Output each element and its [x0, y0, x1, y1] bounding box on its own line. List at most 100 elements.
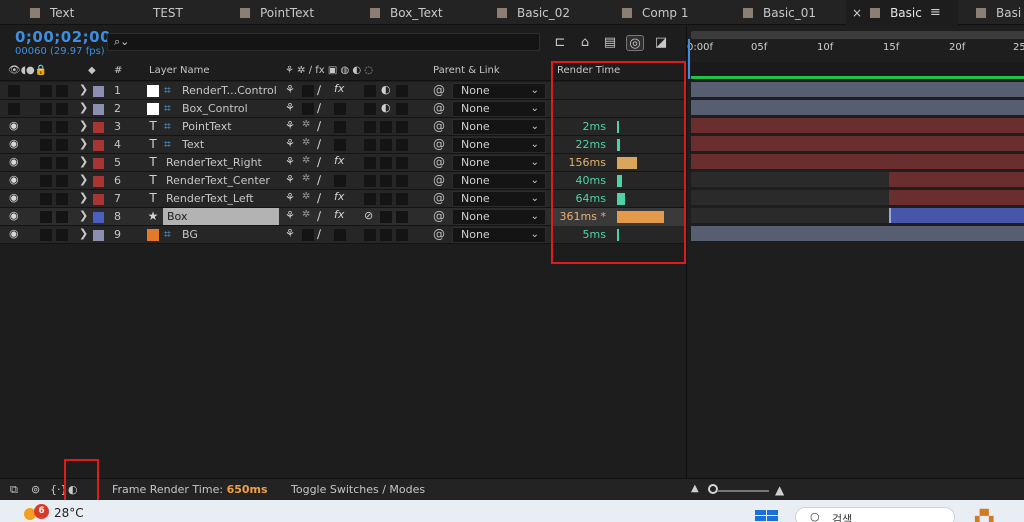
label-color-swatch[interactable] — [93, 212, 104, 223]
layer-switches-toggle-icon[interactable]: ⧉ — [10, 483, 18, 497]
chevron-right-icon[interactable]: ❯ — [79, 83, 88, 96]
hide-shy-layers-icon[interactable]: ▤ — [601, 35, 619, 51]
fx-switch[interactable] — [334, 121, 346, 133]
lock-toggle[interactable] — [56, 121, 68, 133]
label-color-swatch[interactable] — [93, 176, 104, 187]
layer-name[interactable]: RenderText_Right — [166, 156, 262, 169]
visibility-toggle[interactable] — [8, 85, 20, 97]
chevron-right-icon[interactable]: ❯ — [79, 155, 88, 168]
label-color-swatch[interactable] — [93, 140, 104, 151]
adjustment-switch[interactable] — [380, 157, 392, 169]
layer-duration-segment[interactable] — [889, 190, 1024, 205]
3d-layer-switch[interactable] — [396, 85, 408, 97]
tab-comp-1[interactable]: Comp 1 — [622, 0, 688, 25]
tab-text[interactable]: Text — [30, 0, 74, 25]
collapse-switch-icon[interactable]: ✲ — [302, 173, 310, 184]
fx-switch-icon[interactable]: fx — [334, 154, 344, 167]
3d-layer-switch[interactable] — [396, 175, 408, 187]
frame-blending-icon[interactable]: ◎ — [626, 35, 644, 51]
quality-switch-icon[interactable]: ∕ — [317, 173, 321, 187]
pick-whip-icon[interactable]: @ — [433, 137, 445, 151]
collapse-switch[interactable] — [302, 229, 314, 241]
playhead[interactable] — [688, 39, 690, 79]
layer-duration-bar[interactable] — [691, 118, 1024, 133]
motion-blur-icon[interactable]: ◪ — [652, 35, 670, 51]
lock-toggle[interactable] — [56, 85, 68, 97]
frame-blend-switch[interactable] — [364, 103, 376, 115]
lock-toggle[interactable] — [56, 193, 68, 205]
fx-switch[interactable] — [334, 139, 346, 151]
layer-duration-bar[interactable] — [691, 208, 1024, 223]
chevron-right-icon[interactable]: ❯ — [79, 119, 88, 132]
tab-basic[interactable]: × Basic ≡ — [846, 0, 958, 25]
frame-blend-switch[interactable] — [364, 121, 376, 133]
frame-blend-switch[interactable] — [364, 85, 376, 97]
visibility-eye-icon[interactable]: ◉ — [9, 191, 19, 204]
label-color-swatch[interactable] — [93, 194, 104, 205]
parent-dropdown[interactable]: None ⌄ — [452, 155, 546, 171]
quality-switch-icon[interactable]: ∕ — [317, 191, 321, 205]
chevron-right-icon[interactable]: ❯ — [79, 173, 88, 186]
layer-duration-bar[interactable] — [691, 82, 1024, 97]
tab-pointtext[interactable]: PointText — [240, 0, 314, 25]
visibility-eye-icon[interactable]: ◉ — [9, 155, 19, 168]
adjustment-switch[interactable] — [380, 193, 392, 205]
fx-switch[interactable] — [334, 229, 346, 241]
collapse-switch-icon[interactable]: ✲ — [302, 191, 310, 202]
lock-toggle[interactable] — [56, 229, 68, 241]
visibility-eye-icon[interactable]: ◉ — [9, 137, 19, 150]
parent-dropdown[interactable]: None ⌄ — [452, 209, 546, 225]
hamburger-menu-icon[interactable]: ≡ — [930, 5, 941, 20]
tab-basic-01[interactable]: Basic_01 — [743, 0, 816, 25]
pick-whip-icon[interactable]: @ — [433, 155, 445, 169]
tab-basi[interactable]: Basi — [976, 0, 1021, 25]
adjustment-switch[interactable] — [380, 121, 392, 133]
layer-duration-bar[interactable] — [691, 136, 1024, 151]
pinned-app-icons[interactable]: ▞▚ — [975, 509, 1015, 522]
solo-toggle[interactable] — [40, 175, 52, 187]
tab-box-text[interactable]: Box_Text — [370, 0, 443, 25]
label-color-swatch[interactable] — [93, 122, 104, 133]
3d-layer-switch[interactable] — [396, 157, 408, 169]
label-color-swatch[interactable] — [93, 230, 104, 241]
layer-duration-bar[interactable] — [691, 226, 1024, 241]
collapse-switch-icon[interactable]: ✲ — [302, 209, 310, 220]
fx-switch[interactable] — [334, 175, 346, 187]
quality-switch-icon[interactable]: ∕ — [317, 83, 321, 97]
solo-toggle[interactable] — [40, 193, 52, 205]
layer-name[interactable]: Box — [163, 208, 279, 225]
collapse-switch[interactable] — [302, 85, 314, 97]
quality-switch-icon[interactable]: ∕ — [317, 155, 321, 169]
layer-duration-bar[interactable] — [691, 172, 1024, 187]
time-navigator[interactable] — [691, 31, 1024, 39]
frame-blend-switch[interactable] — [364, 193, 376, 205]
collapse-switch-icon[interactable]: ✲ — [302, 137, 310, 148]
layer-duration-bar[interactable] — [691, 154, 1024, 169]
shy-switch-icon[interactable]: ⚘ — [285, 173, 295, 186]
3d-layer-switch[interactable] — [396, 229, 408, 241]
adjustment-switch[interactable] — [380, 211, 392, 223]
layer-name[interactable]: RenderT...Control — [182, 84, 277, 97]
current-time-display[interactable]: 0;00;02;00 — [15, 28, 111, 46]
adjustment-switch[interactable] — [380, 139, 392, 151]
frame-blend-switch[interactable] — [364, 229, 376, 241]
solo-toggle[interactable] — [40, 121, 52, 133]
parent-dropdown[interactable]: None ⌄ — [452, 173, 546, 189]
pick-whip-icon[interactable]: @ — [433, 209, 445, 223]
parent-dropdown[interactable]: None ⌄ — [452, 83, 546, 99]
adjustment-layer-icon[interactable]: ◐ — [381, 101, 391, 114]
lock-toggle[interactable] — [56, 103, 68, 115]
3d-layer-switch[interactable] — [396, 193, 408, 205]
shy-switch-icon[interactable]: ⚘ — [285, 101, 295, 114]
3d-layer-switch[interactable] — [396, 121, 408, 133]
frame-blend-switch[interactable] — [364, 157, 376, 169]
layer-name[interactable]: RenderText_Left — [166, 192, 254, 205]
toggle-switches-modes-button[interactable]: Toggle Switches / Modes — [291, 483, 425, 496]
draft-3d-icon[interactable]: ⌂ — [576, 35, 594, 51]
close-icon[interactable]: × — [852, 6, 862, 20]
fx-switch-icon[interactable]: fx — [334, 82, 344, 95]
3d-layer-switch[interactable] — [396, 103, 408, 115]
pick-whip-icon[interactable]: @ — [433, 119, 445, 133]
pick-whip-icon[interactable]: @ — [433, 191, 445, 205]
label-color-swatch[interactable] — [93, 158, 104, 169]
